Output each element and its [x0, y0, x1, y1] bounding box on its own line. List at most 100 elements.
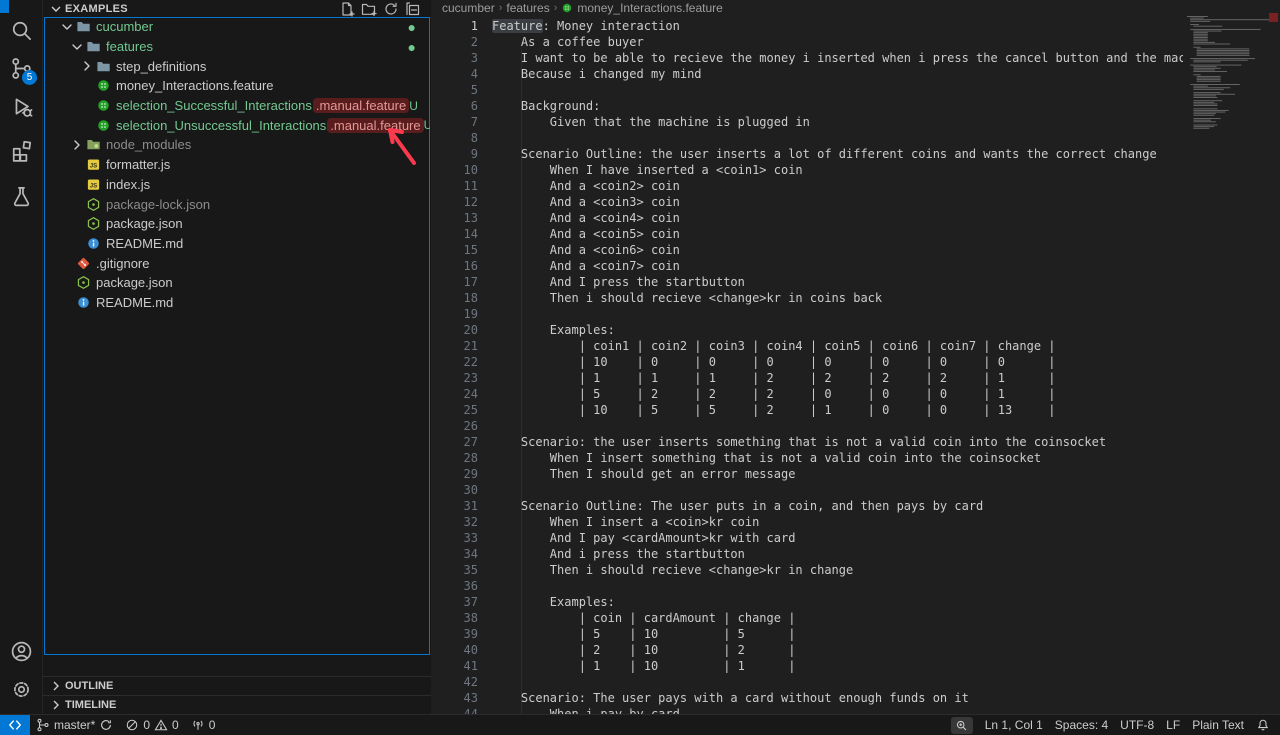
minimap[interactable] [1183, 13, 1280, 714]
code-line: Given that the machine is plugged in [492, 114, 1183, 130]
chevron-down-icon[interactable] [59, 19, 75, 35]
code-line [492, 418, 1183, 434]
breadcrumb-separator: › [499, 2, 503, 14]
chevron-right-icon [48, 678, 64, 694]
explorer-header: EXAMPLES [43, 0, 431, 17]
chevron-down-icon[interactable] [69, 39, 85, 55]
tree-file-formatter-js[interactable]: JSformatter.js [44, 155, 430, 175]
npm-icon [85, 216, 101, 232]
code-line: And I pay <cardAmount>kr with card [492, 530, 1183, 546]
tree-file-selection-successful-interactions[interactable]: selection_Successful_Interactions.manual… [44, 96, 430, 116]
modified-dot: ● [408, 40, 430, 54]
source-control-icon[interactable]: 5 [0, 50, 43, 86]
explorer-sidebar: EXAMPLES cucumber● features ● step_definiti… [43, 0, 431, 714]
errors-icon [125, 718, 139, 732]
tree-folder-features[interactable]: features ● [44, 37, 430, 57]
tree-file-readme-md[interactable]: README.md [44, 293, 430, 313]
chevron-down-icon[interactable] [48, 1, 64, 17]
tree-file-selection-unsuccessful-interactions[interactable]: selection_Unsuccessful_Interactions.manu… [44, 115, 430, 135]
tree-folder-step-definitions[interactable]: step_definitions [44, 56, 430, 76]
tree-item-label: cucumber [96, 19, 153, 34]
settings-icon[interactable] [0, 671, 43, 707]
javascript-icon: JS [85, 157, 101, 173]
code-line: I want to be able to recieve the money i… [492, 50, 1183, 66]
notifications-bell[interactable] [1250, 715, 1280, 735]
tree-item-label: money_Interactions.feature [116, 78, 274, 93]
breadcrumb-item[interactable]: features [506, 1, 549, 15]
highlighted-word: Feature [492, 19, 543, 33]
code-line: Then i should recieve <change>kr in coin… [492, 290, 1183, 306]
tree-folder-node-modules[interactable]: node_modules [44, 135, 430, 155]
cucumber-icon [95, 98, 111, 114]
twistie-spacer [59, 275, 75, 291]
folder-icon [85, 39, 101, 55]
language-mode[interactable]: Plain Text [1186, 715, 1250, 735]
code-line: And a <coin6> coin [492, 242, 1183, 258]
encoding[interactable]: UTF-8 [1114, 715, 1160, 735]
breadcrumb-item[interactable]: money_Interactions.feature [561, 1, 722, 15]
eol-sequence[interactable]: LF [1160, 715, 1186, 735]
code-line: | 10 | 5 | 5 | 2 | 1 | 0 | 0 | 13 | [492, 402, 1183, 418]
code-line: | coin1 | coin2 | coin3 | coin4 | coin5 … [492, 338, 1183, 354]
code-line: | 1 | 10 | 1 | [492, 658, 1183, 674]
scm-badge: 5 [22, 70, 37, 85]
tree-file-readme-md[interactable]: README.md [44, 234, 430, 254]
git-untracked-badge: U [424, 118, 430, 132]
code-line: Examples: [492, 322, 1183, 338]
chevron-right-icon[interactable] [69, 137, 85, 153]
code-line: | 1 | 1 | 1 | 2 | 2 | 2 | 2 | 1 | [492, 370, 1183, 386]
tree-item-label: package.json [96, 275, 173, 290]
tree-item-label: README.md [96, 295, 173, 310]
cucumber-icon [95, 78, 111, 94]
twistie-spacer [69, 157, 85, 173]
chevron-right-icon[interactable] [79, 58, 95, 74]
new-file-icon[interactable] [339, 1, 355, 17]
code-line: And a <coin7> coin [492, 258, 1183, 274]
code-line: And a <coin5> coin [492, 226, 1183, 242]
timeline-section-header[interactable]: TIMELINE [43, 695, 431, 714]
code-line: Scenario Outline: The user puts in a coi… [492, 498, 1183, 514]
tree-file-package-json[interactable]: package.json [44, 214, 430, 234]
code-line: | coin | cardAmount | change | [492, 610, 1183, 626]
git-branch-item[interactable]: master* [30, 715, 119, 735]
code-line [492, 578, 1183, 594]
refresh-explorer-icon[interactable] [383, 1, 399, 17]
tree-file-package-lock-json[interactable]: package-lock.json [44, 194, 430, 214]
code-line [492, 482, 1183, 498]
code-line [492, 82, 1183, 98]
tree-item-label: selection_Unsuccessful_Interactions [116, 118, 326, 133]
cursor-position[interactable]: Ln 1, Col 1 [979, 715, 1049, 735]
testing-icon[interactable] [0, 178, 43, 214]
breadcrumb-item[interactable]: cucumber [442, 1, 495, 15]
tree-item-label: selection_Successful_Interactions [116, 98, 312, 113]
code-line: | 5 | 2 | 2 | 2 | 0 | 0 | 0 | 1 | [492, 386, 1183, 402]
problems-item[interactable]: 0 0 [119, 715, 184, 735]
tree-file-money-interactions-feature[interactable]: money_Interactions.feature [44, 76, 430, 96]
tree-folder-cucumber[interactable]: cucumber● [44, 17, 430, 37]
collapse-folders-icon[interactable] [405, 1, 421, 17]
tree-file-package-json[interactable]: package.json [44, 273, 430, 293]
code-line: | 10 | 0 | 0 | 0 | 0 | 0 | 0 | 0 | [492, 354, 1183, 370]
zoom-status-button[interactable] [951, 717, 973, 734]
bell-icon [1256, 718, 1270, 732]
tree-item-label: features [106, 39, 153, 54]
tree-file--gitignore[interactable]: .gitignore [44, 253, 430, 273]
zoom-icon [955, 719, 968, 732]
ports-item[interactable]: 0 [185, 715, 222, 735]
code-line: Scenario: The user pays with a card with… [492, 690, 1183, 706]
extensions-icon[interactable] [0, 132, 43, 168]
outline-section-header[interactable]: OUTLINE [43, 676, 431, 695]
code-editor[interactable]: 1234567891011121314151617181920212223242… [432, 16, 1183, 714]
readme-info-icon [75, 294, 91, 310]
tree-file-index-js[interactable]: JSindex.js [44, 175, 430, 195]
highlighted-suffix: .manual.feature [313, 98, 409, 113]
search-icon[interactable] [0, 12, 43, 48]
remote-indicator[interactable] [0, 715, 30, 735]
accounts-icon[interactable] [0, 633, 43, 669]
new-folder-icon[interactable] [361, 1, 377, 17]
run-debug-icon[interactable] [0, 88, 43, 124]
indentation[interactable]: Spaces: 4 [1049, 715, 1114, 735]
code-line: Scenario: the user inserts something tha… [492, 434, 1183, 450]
svg-text:JS: JS [89, 182, 96, 189]
code-line [492, 130, 1183, 146]
